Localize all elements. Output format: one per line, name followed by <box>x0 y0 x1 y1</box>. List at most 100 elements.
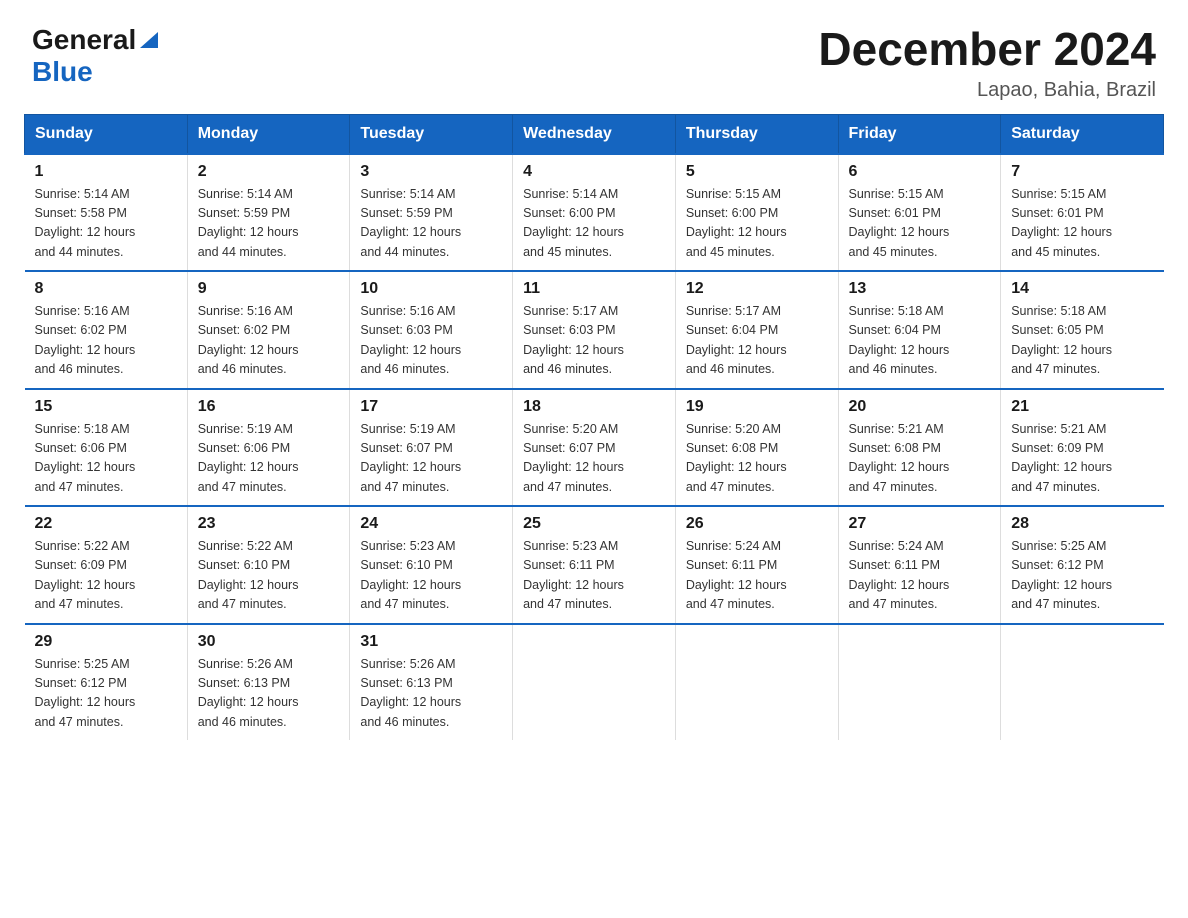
title-block: December 2024 Lapao, Bahia, Brazil <box>818 24 1156 102</box>
day-number: 21 <box>1011 398 1153 416</box>
header-saturday: Saturday <box>1001 114 1164 154</box>
day-number: 30 <box>198 633 340 651</box>
page-title: December 2024 <box>818 24 1156 75</box>
day-number: 23 <box>198 515 340 533</box>
calendar-day-cell: 1 Sunrise: 5:14 AM Sunset: 5:58 PM Dayli… <box>25 154 188 272</box>
calendar-day-cell: 18 Sunrise: 5:20 AM Sunset: 6:07 PM Dayl… <box>513 389 676 507</box>
day-info: Sunrise: 5:19 AM Sunset: 6:06 PM Dayligh… <box>198 420 340 498</box>
calendar-day-cell: 24 Sunrise: 5:23 AM Sunset: 6:10 PM Dayl… <box>350 506 513 624</box>
day-info: Sunrise: 5:14 AM Sunset: 6:00 PM Dayligh… <box>523 185 665 263</box>
calendar-day-cell: 10 Sunrise: 5:16 AM Sunset: 6:03 PM Dayl… <box>350 271 513 389</box>
page-header: General Blue December 2024 Lapao, Bahia,… <box>0 0 1188 114</box>
calendar-day-cell: 7 Sunrise: 5:15 AM Sunset: 6:01 PM Dayli… <box>1001 154 1164 272</box>
day-info: Sunrise: 5:14 AM Sunset: 5:59 PM Dayligh… <box>198 185 340 263</box>
day-info: Sunrise: 5:14 AM Sunset: 5:58 PM Dayligh… <box>35 185 177 263</box>
day-number: 9 <box>198 280 340 298</box>
day-number: 3 <box>360 163 502 181</box>
day-number: 4 <box>523 163 665 181</box>
calendar-day-cell: 17 Sunrise: 5:19 AM Sunset: 6:07 PM Dayl… <box>350 389 513 507</box>
header-friday: Friday <box>838 114 1001 154</box>
day-number: 11 <box>523 280 665 298</box>
day-number: 26 <box>686 515 828 533</box>
day-number: 6 <box>849 163 991 181</box>
calendar-day-cell: 23 Sunrise: 5:22 AM Sunset: 6:10 PM Dayl… <box>187 506 350 624</box>
logo-blue-text: Blue <box>32 56 93 87</box>
day-info: Sunrise: 5:22 AM Sunset: 6:10 PM Dayligh… <box>198 537 340 615</box>
day-number: 29 <box>35 633 177 651</box>
header-monday: Monday <box>187 114 350 154</box>
calendar-day-cell: 29 Sunrise: 5:25 AM Sunset: 6:12 PM Dayl… <box>25 624 188 741</box>
day-info: Sunrise: 5:15 AM Sunset: 6:01 PM Dayligh… <box>849 185 991 263</box>
calendar-week-row: 8 Sunrise: 5:16 AM Sunset: 6:02 PM Dayli… <box>25 271 1164 389</box>
calendar-day-cell: 30 Sunrise: 5:26 AM Sunset: 6:13 PM Dayl… <box>187 624 350 741</box>
day-info: Sunrise: 5:25 AM Sunset: 6:12 PM Dayligh… <box>1011 537 1153 615</box>
day-number: 12 <box>686 280 828 298</box>
day-number: 28 <box>1011 515 1153 533</box>
calendar-day-cell: 2 Sunrise: 5:14 AM Sunset: 5:59 PM Dayli… <box>187 154 350 272</box>
calendar-day-cell: 11 Sunrise: 5:17 AM Sunset: 6:03 PM Dayl… <box>513 271 676 389</box>
day-info: Sunrise: 5:22 AM Sunset: 6:09 PM Dayligh… <box>35 537 177 615</box>
day-info: Sunrise: 5:26 AM Sunset: 6:13 PM Dayligh… <box>198 655 340 733</box>
day-number: 1 <box>35 163 177 181</box>
calendar-day-cell: 9 Sunrise: 5:16 AM Sunset: 6:02 PM Dayli… <box>187 271 350 389</box>
calendar-day-cell: 3 Sunrise: 5:14 AM Sunset: 5:59 PM Dayli… <box>350 154 513 272</box>
calendar-day-cell: 31 Sunrise: 5:26 AM Sunset: 6:13 PM Dayl… <box>350 624 513 741</box>
logo-triangle-icon <box>140 26 158 53</box>
day-number: 25 <box>523 515 665 533</box>
day-info: Sunrise: 5:23 AM Sunset: 6:10 PM Dayligh… <box>360 537 502 615</box>
day-info: Sunrise: 5:16 AM Sunset: 6:02 PM Dayligh… <box>35 302 177 380</box>
calendar-day-cell: 28 Sunrise: 5:25 AM Sunset: 6:12 PM Dayl… <box>1001 506 1164 624</box>
day-number: 16 <box>198 398 340 416</box>
day-info: Sunrise: 5:24 AM Sunset: 6:11 PM Dayligh… <box>849 537 991 615</box>
day-number: 24 <box>360 515 502 533</box>
calendar-header-row: Sunday Monday Tuesday Wednesday Thursday… <box>25 114 1164 154</box>
day-number: 18 <box>523 398 665 416</box>
day-info: Sunrise: 5:26 AM Sunset: 6:13 PM Dayligh… <box>360 655 502 733</box>
day-info: Sunrise: 5:24 AM Sunset: 6:11 PM Dayligh… <box>686 537 828 615</box>
calendar-day-cell <box>838 624 1001 741</box>
day-info: Sunrise: 5:17 AM Sunset: 6:04 PM Dayligh… <box>686 302 828 380</box>
calendar-day-cell: 8 Sunrise: 5:16 AM Sunset: 6:02 PM Dayli… <box>25 271 188 389</box>
calendar-container: Sunday Monday Tuesday Wednesday Thursday… <box>0 114 1188 765</box>
calendar-day-cell: 12 Sunrise: 5:17 AM Sunset: 6:04 PM Dayl… <box>675 271 838 389</box>
day-info: Sunrise: 5:18 AM Sunset: 6:06 PM Dayligh… <box>35 420 177 498</box>
header-sunday: Sunday <box>25 114 188 154</box>
calendar-table: Sunday Monday Tuesday Wednesday Thursday… <box>24 114 1164 741</box>
day-number: 31 <box>360 633 502 651</box>
day-number: 8 <box>35 280 177 298</box>
calendar-day-cell: 5 Sunrise: 5:15 AM Sunset: 6:00 PM Dayli… <box>675 154 838 272</box>
calendar-day-cell: 27 Sunrise: 5:24 AM Sunset: 6:11 PM Dayl… <box>838 506 1001 624</box>
day-info: Sunrise: 5:18 AM Sunset: 6:04 PM Dayligh… <box>849 302 991 380</box>
calendar-day-cell <box>513 624 676 741</box>
day-number: 19 <box>686 398 828 416</box>
day-info: Sunrise: 5:21 AM Sunset: 6:08 PM Dayligh… <box>849 420 991 498</box>
calendar-day-cell: 20 Sunrise: 5:21 AM Sunset: 6:08 PM Dayl… <box>838 389 1001 507</box>
calendar-day-cell: 25 Sunrise: 5:23 AM Sunset: 6:11 PM Dayl… <box>513 506 676 624</box>
calendar-day-cell: 15 Sunrise: 5:18 AM Sunset: 6:06 PM Dayl… <box>25 389 188 507</box>
day-info: Sunrise: 5:21 AM Sunset: 6:09 PM Dayligh… <box>1011 420 1153 498</box>
day-number: 10 <box>360 280 502 298</box>
day-info: Sunrise: 5:15 AM Sunset: 6:00 PM Dayligh… <box>686 185 828 263</box>
calendar-day-cell <box>675 624 838 741</box>
calendar-day-cell: 19 Sunrise: 5:20 AM Sunset: 6:08 PM Dayl… <box>675 389 838 507</box>
day-number: 27 <box>849 515 991 533</box>
calendar-day-cell: 14 Sunrise: 5:18 AM Sunset: 6:05 PM Dayl… <box>1001 271 1164 389</box>
day-number: 15 <box>35 398 177 416</box>
day-number: 5 <box>686 163 828 181</box>
day-number: 20 <box>849 398 991 416</box>
day-info: Sunrise: 5:23 AM Sunset: 6:11 PM Dayligh… <box>523 537 665 615</box>
day-number: 2 <box>198 163 340 181</box>
day-number: 22 <box>35 515 177 533</box>
day-info: Sunrise: 5:18 AM Sunset: 6:05 PM Dayligh… <box>1011 302 1153 380</box>
calendar-day-cell: 16 Sunrise: 5:19 AM Sunset: 6:06 PM Dayl… <box>187 389 350 507</box>
day-info: Sunrise: 5:20 AM Sunset: 6:08 PM Dayligh… <box>686 420 828 498</box>
calendar-day-cell: 26 Sunrise: 5:24 AM Sunset: 6:11 PM Dayl… <box>675 506 838 624</box>
calendar-week-row: 1 Sunrise: 5:14 AM Sunset: 5:58 PM Dayli… <box>25 154 1164 272</box>
day-number: 13 <box>849 280 991 298</box>
day-number: 7 <box>1011 163 1153 181</box>
day-info: Sunrise: 5:16 AM Sunset: 6:02 PM Dayligh… <box>198 302 340 380</box>
day-info: Sunrise: 5:14 AM Sunset: 5:59 PM Dayligh… <box>360 185 502 263</box>
calendar-day-cell <box>1001 624 1164 741</box>
calendar-week-row: 22 Sunrise: 5:22 AM Sunset: 6:09 PM Dayl… <box>25 506 1164 624</box>
page-subtitle: Lapao, Bahia, Brazil <box>818 79 1156 102</box>
